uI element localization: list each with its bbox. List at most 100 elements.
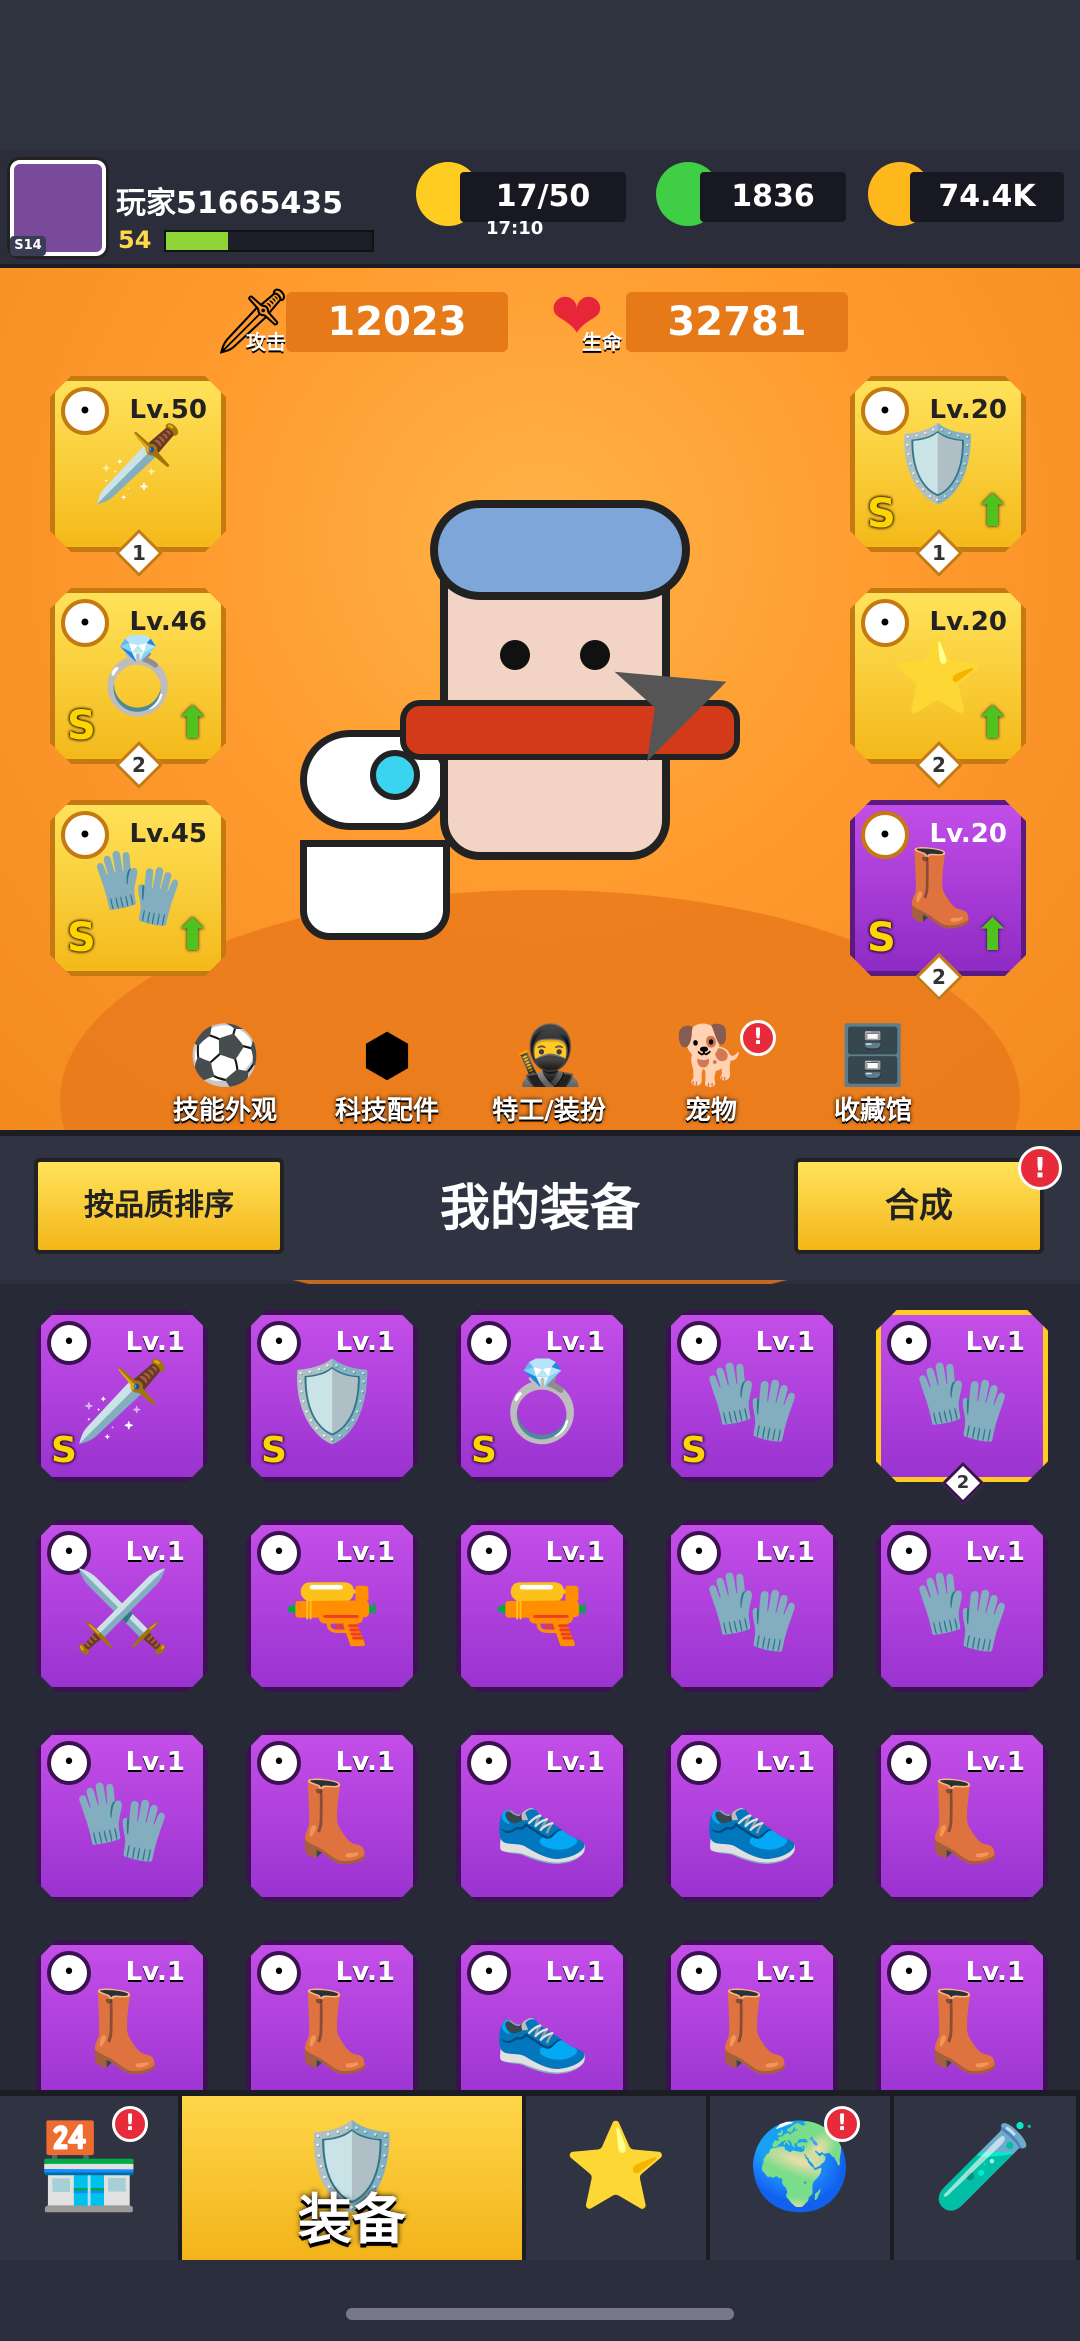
feature-icon-4: 🗄️ — [836, 1021, 910, 1089]
player-level: 54 — [118, 226, 152, 254]
inventory-item[interactable]: • Lv.1 ⚔️ — [36, 1520, 208, 1692]
nav-tab-1[interactable]: 🛡️ 装备 — [182, 2096, 526, 2260]
rarity-s-label: S — [261, 1430, 287, 1471]
slot-count: 1 — [132, 541, 146, 565]
rarity-s-label: S — [67, 703, 96, 749]
inventory-item[interactable]: • Lv.1 👢 — [666, 1940, 838, 2090]
coin-counter: 74.4K — [910, 172, 1064, 222]
rarity-s-label: S — [867, 915, 896, 961]
item-level: Lv.1 — [755, 1747, 815, 1777]
equip-slot-armor[interactable]: • Lv.20 🛡️ S ⬆ — [850, 376, 1026, 552]
bottom-strip — [0, 2260, 1080, 2341]
inventory-item[interactable]: • Lv.1 🧤 — [36, 1730, 208, 1902]
item-level: Lv.1 — [125, 1957, 185, 1987]
item-icon: 👢 — [283, 1777, 381, 1867]
nav-tab-3[interactable]: 🌍! — [710, 2096, 894, 2260]
item-level: Lv.1 — [755, 1537, 815, 1567]
inventory-item[interactable]: • Lv.1 👟 — [666, 1730, 838, 1902]
item-level: Lv.1 — [965, 1537, 1025, 1567]
item-level: Lv.1 — [755, 1957, 815, 1987]
rarity-s-label: S — [867, 491, 896, 537]
slot-count: 1 — [932, 541, 946, 565]
xp-fill — [166, 232, 228, 250]
feature-3[interactable]: 🐕 宠物! — [636, 1020, 786, 1130]
equip-slot-belt[interactable]: • Lv.20 ⭐ ⬆ — [850, 588, 1026, 764]
item-level: Lv.1 — [965, 1327, 1025, 1357]
item-level: Lv.1 — [125, 1327, 185, 1357]
item-level: Lv.1 — [755, 1327, 815, 1357]
item-icon: ⚔️ — [73, 1567, 171, 1657]
energy-timer: 17:10 — [486, 218, 544, 239]
feature-label: 特工/装扮 — [492, 1096, 606, 1126]
inventory-item[interactable]: • Lv.1 🔫 — [246, 1520, 418, 1692]
item-icon: 👢 — [283, 1987, 381, 2077]
game-screen: S14 玩家51665435 54 17/50 17:10 1836 74.4K… — [0, 0, 1080, 2341]
equip-slot-weapon[interactable]: • Lv.50 🗡️ — [50, 376, 226, 552]
inventory-grid: • Lv.1 🗡️ S • Lv.1 🛡️ S • Lv.1 💍 S • Lv.1 🧤 S • Lv.1 🧤 2 • Lv… — [0, 1284, 1080, 2090]
inventory-item[interactable]: • Lv.1 👟 — [456, 1940, 628, 2090]
feature-label: 科技配件 — [334, 1096, 439, 1126]
rarity-s-label: S — [51, 1430, 77, 1471]
equip-slot-necklace[interactable]: • Lv.46 💍 S ⬆ — [50, 588, 226, 764]
rarity-s-label: S — [67, 915, 96, 961]
attack-value: 12023 — [286, 292, 508, 352]
nav-icon-0: 🏪 — [36, 2117, 142, 2215]
item-level: Lv.1 — [545, 1747, 605, 1777]
slot-count: 2 — [932, 965, 946, 989]
item-icon: 🧤 — [73, 1777, 171, 1867]
feature-label: 技能外观 — [172, 1096, 277, 1126]
merge-alert-badge: ! — [1018, 1146, 1062, 1190]
feature-label: 收藏馆 — [833, 1096, 912, 1126]
inventory-item[interactable]: • Lv.1 🛡️ S — [246, 1310, 418, 1482]
equip-slot-boots[interactable]: • Lv.20 👢 S ⬆ — [850, 800, 1026, 976]
item-icon: 👟 — [703, 1777, 801, 1867]
inventory-item[interactable]: • Lv.1 👟 — [456, 1730, 628, 1902]
nav-tab-4[interactable]: 🧪 — [894, 2096, 1080, 2260]
nav-label: 装备 — [298, 2188, 406, 2251]
feature-1[interactable]: ⬢ 科技配件 — [312, 1020, 462, 1130]
inventory-item[interactable]: • Lv.1 👢 — [876, 1730, 1048, 1902]
item-icon: 🧤 — [913, 1357, 1011, 1447]
inventory-item[interactable]: • Lv.1 👢 — [246, 1730, 418, 1902]
nav-icon-2: ⭐ — [563, 2117, 669, 2215]
feature-2[interactable]: 🥷 特工/装扮 — [474, 1020, 624, 1130]
inventory-item[interactable]: • Lv.1 💍 S — [456, 1310, 628, 1482]
inventory-item[interactable]: • Lv.1 👢 — [246, 1940, 418, 2090]
slot-count: 2 — [132, 753, 146, 777]
upgrade-arrow-icon: ⬆ — [174, 910, 211, 961]
xp-bar — [164, 230, 374, 252]
item-count: 2 — [956, 1472, 970, 1493]
merge-button[interactable]: 合成 — [794, 1158, 1044, 1254]
feature-0[interactable]: ⚽ 技能外观 — [150, 1020, 300, 1130]
home-indicator[interactable] — [346, 2308, 734, 2320]
item-level: Lv.1 — [965, 1747, 1025, 1777]
inventory-item[interactable]: • Lv.1 🗡️ S — [36, 1310, 208, 1482]
gem-counter: 1836 — [700, 172, 846, 222]
item-level: Lv.1 — [545, 1957, 605, 1987]
feature-label: 宠物 — [684, 1096, 737, 1126]
nav-tab-0[interactable]: 🏪! — [0, 2096, 182, 2260]
attack-label: 攻击 — [246, 330, 286, 354]
inventory-item[interactable]: • Lv.1 🧤 S — [666, 1310, 838, 1482]
nav-tab-2[interactable]: ⭐ — [526, 2096, 710, 2260]
weapon-icon: 🗡️ — [91, 421, 185, 507]
alert-badge: ! — [740, 1020, 776, 1056]
hero-character: ➤ — [280, 500, 840, 960]
equip-slot-gloves[interactable]: • Lv.45 🧤 S ⬆ — [50, 800, 226, 976]
feature-4[interactable]: 🗄️ 收藏馆 — [798, 1020, 948, 1130]
inventory-item[interactable]: • Lv.1 🧤 — [876, 1520, 1048, 1692]
feature-menu: ⚽ 技能外观 ⬢ 科技配件 🥷 特工/装扮 🐕 宠物! 🗄️ 收藏馆 — [150, 1020, 950, 1130]
item-level: Lv.1 — [545, 1327, 605, 1357]
inventory-item[interactable]: • Lv.1 🔫 — [456, 1520, 628, 1692]
nav-icon-3: 🌍 — [747, 2117, 853, 2215]
upgrade-arrow-icon: ⬆ — [974, 910, 1011, 961]
inventory-item[interactable]: • Lv.1 🧤 — [876, 1310, 1048, 1482]
inventory-item[interactable]: • Lv.1 👢 — [876, 1940, 1048, 2090]
item-icon: 👢 — [703, 1987, 801, 2077]
item-icon: 🧤 — [703, 1567, 801, 1657]
item-icon: 👢 — [913, 1987, 1011, 2077]
item-icon: 👟 — [493, 1777, 591, 1867]
hp-value: 32781 — [626, 292, 848, 352]
inventory-item[interactable]: • Lv.1 👢 — [36, 1940, 208, 2090]
inventory-item[interactable]: • Lv.1 🧤 — [666, 1520, 838, 1692]
